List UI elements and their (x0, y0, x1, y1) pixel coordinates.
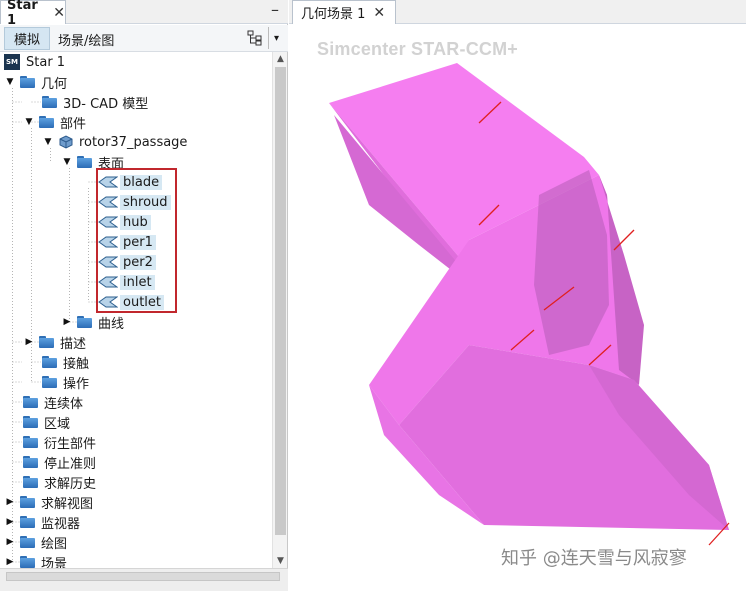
collapse-icon[interactable]: ▼ (42, 136, 54, 148)
surface-highlight-box (96, 168, 177, 313)
scroll-thumb[interactable] (6, 572, 280, 581)
tree-node-descriptions[interactable]: ▶ 描述 (23, 332, 86, 352)
tree-node-cad-model[interactable]: 3D- CAD 模型 (42, 92, 148, 112)
folder-icon (23, 396, 39, 408)
scene-panel: 几何场景 1 ✕ Simcenter STAR-CCM+ 知乎 @连天雪与风寂寥 (289, 0, 746, 591)
horizontal-scrollbar[interactable] (0, 568, 288, 591)
tree-node-regions[interactable]: 区域 (23, 412, 70, 432)
expand-icon[interactable]: ▶ (4, 556, 16, 568)
tree-node-geometry-label: 几何 (41, 76, 68, 92)
simulation-icon: SM (4, 54, 20, 70)
tab-star-1-label: Star 1 (7, 0, 38, 28)
folder-icon (20, 536, 36, 548)
folder-icon (23, 416, 39, 428)
tree-node-solution-histories-label: 求解历史 (44, 476, 97, 492)
tree-node-stopping-criteria-label: 停止准则 (44, 456, 97, 472)
tree-node-rotor37-label: rotor37_passage (79, 134, 188, 150)
folder-icon (39, 336, 55, 348)
tree-node-operations[interactable]: 操作 (42, 372, 89, 392)
folder-icon (20, 496, 36, 508)
scene-viewport[interactable]: Simcenter STAR-CCM+ 知乎 @连天雪与风寂寥 (289, 25, 746, 591)
tree-node-stopping-criteria[interactable]: 停止准则 (23, 452, 96, 472)
tree-node-cad-model-label: 3D- CAD 模型 (63, 96, 149, 112)
expand-icon[interactable]: ▶ (4, 516, 16, 528)
geometry-part-icon (58, 134, 74, 150)
vertical-scrollbar[interactable]: ▲ ▼ (272, 52, 287, 568)
tree-node-solution-histories[interactable]: 求解历史 (23, 472, 96, 492)
tree-node-monitors[interactable]: ▶ 监视器 (4, 512, 80, 532)
tab-star-1[interactable]: Star 1 ✕ (0, 0, 66, 28)
collapse-icon[interactable]: ▼ (4, 76, 16, 88)
tab-scene-plot[interactable]: 场景/绘图 (58, 29, 114, 49)
close-icon[interactable]: ✕ (373, 5, 385, 21)
tree-node-derived-parts[interactable]: 衍生部件 (23, 432, 96, 452)
tree-node-descriptions-label: 描述 (60, 336, 87, 352)
tree-node-derived-parts-label: 衍生部件 (44, 436, 97, 452)
folder-icon (77, 316, 93, 328)
tree-node-rotor37-passage[interactable]: ▼ rotor37_passage (42, 132, 188, 152)
expand-icon[interactable]: ▶ (23, 336, 35, 348)
tree-node-geometry[interactable]: ▼ 几何 (4, 72, 67, 92)
brand-logo-text: Simcenter STAR-CCM+ (317, 39, 519, 59)
folder-icon (42, 376, 58, 388)
minimize-button[interactable]: – (268, 2, 282, 19)
collapse-icon[interactable]: ▼ (23, 116, 35, 128)
tree-node-parts-label: 部件 (60, 116, 87, 132)
tree-node-regions-label: 区域 (44, 416, 71, 432)
watermark-text: 知乎 @连天雪与风寂寥 (501, 548, 687, 569)
collapse-icon[interactable]: ▼ (61, 156, 73, 168)
folder-icon (23, 436, 39, 448)
folder-icon (23, 456, 39, 468)
tab-simulation[interactable]: 模拟 (4, 27, 50, 50)
tree-node-monitors-label: 监视器 (41, 516, 81, 532)
tab-geometry-scene-1[interactable]: 几何场景 1 ✕ (292, 0, 396, 24)
chevron-down-icon[interactable]: ▾ (268, 27, 284, 49)
folder-icon (20, 76, 36, 88)
scene-tab-bar: 几何场景 1 ✕ (289, 0, 746, 24)
tree-node-solution-views-label: 求解视图 (41, 496, 94, 512)
panel-subtab-bar: 模拟 场景/绘图 ▾ (0, 25, 288, 52)
tree-node-root[interactable]: SM Star 1 (4, 52, 65, 72)
folder-icon (42, 356, 58, 368)
tree-node-plots-label: 绘图 (41, 536, 68, 552)
folder-icon (39, 116, 55, 128)
simulation-panel: Star 1 ✕ – 模拟 场景/绘图 ▾ SM Star 1 ▼ 几何 3D-… (0, 0, 288, 591)
scroll-up-icon[interactable]: ▲ (273, 52, 288, 66)
tree-node-curves-label: 曲线 (98, 316, 125, 332)
tree-node-solution-views[interactable]: ▶ 求解视图 (4, 492, 93, 512)
window-tab-bar: Star 1 ✕ – (0, 0, 288, 28)
folder-icon (20, 556, 36, 568)
scroll-thumb[interactable] (275, 67, 286, 535)
tree-node-plots[interactable]: ▶ 绘图 (4, 532, 67, 552)
tree-node-scenes[interactable]: ▶ 场景 (4, 552, 67, 568)
scroll-down-icon[interactable]: ▼ (273, 554, 288, 568)
tree-node-operations-label: 操作 (63, 376, 90, 392)
folder-icon (42, 96, 58, 108)
tab-geometry-scene-label: 几何场景 1 (301, 7, 366, 22)
tree-node-root-label: Star 1 (26, 54, 66, 70)
expand-icon[interactable]: ▶ (4, 496, 16, 508)
close-icon[interactable]: ✕ (53, 5, 65, 21)
tree-structure-icon[interactable] (247, 30, 263, 46)
expand-icon[interactable]: ▶ (4, 536, 16, 548)
folder-icon (23, 476, 39, 488)
tree-node-scenes-label: 场景 (41, 556, 68, 569)
tree-node-contacts[interactable]: 接触 (42, 352, 89, 372)
folder-icon (20, 516, 36, 528)
folder-icon (77, 156, 93, 168)
tree-node-continua[interactable]: 连续体 (23, 392, 83, 412)
tree-node-contacts-label: 接触 (63, 356, 90, 372)
tree-node-curves[interactable]: ▶ 曲线 (61, 312, 124, 332)
tree-node-parts[interactable]: ▼ 部件 (23, 112, 86, 132)
rotor-passage-geometry[interactable] (289, 25, 746, 591)
expand-icon[interactable]: ▶ (61, 316, 73, 328)
tree-node-continua-label: 连续体 (44, 396, 84, 412)
